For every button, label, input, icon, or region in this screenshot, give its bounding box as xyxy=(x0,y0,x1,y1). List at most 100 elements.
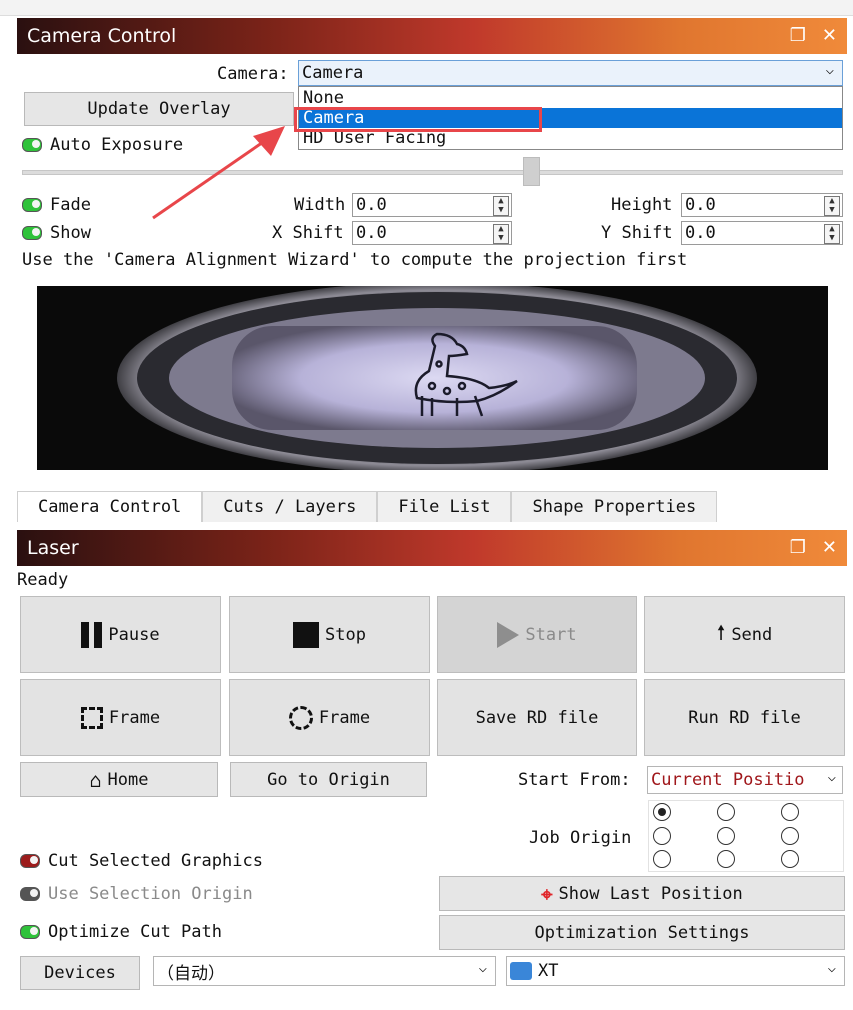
camera-select[interactable]: Camera ⌵ xyxy=(298,60,843,86)
spin-arrows-icon[interactable]: ▲ ▼ xyxy=(493,196,509,216)
restore-icon[interactable]: ❐ xyxy=(790,530,806,566)
pause-button[interactable]: Pause xyxy=(20,596,221,673)
start-from-select[interactable]: Current Positio ⌵ xyxy=(647,766,843,794)
start-button[interactable]: Start xyxy=(437,596,637,673)
camera-preview xyxy=(37,286,828,470)
fade-label: Fade xyxy=(50,195,91,215)
run-rd-button[interactable]: Run RD file xyxy=(644,679,845,756)
spin-arrows-icon[interactable]: ▲ ▼ xyxy=(824,224,840,244)
annotation-arrow-icon xyxy=(152,126,285,220)
job-origin-top-right[interactable] xyxy=(781,803,799,821)
dropdown-item-none[interactable]: None xyxy=(299,88,842,108)
show-label: Show xyxy=(50,223,91,243)
toggle-on-icon xyxy=(22,198,42,212)
use-selection-origin-label: Use Selection Origin xyxy=(48,884,253,904)
width-field[interactable]: 0.0 ▲ ▼ xyxy=(352,193,512,217)
yshift-value: 0.0 xyxy=(685,223,716,243)
optimization-settings-button[interactable]: Optimization Settings xyxy=(439,915,845,950)
height-value: 0.0 xyxy=(685,195,716,215)
pause-label: Pause xyxy=(108,624,160,645)
toggle-on-icon xyxy=(22,226,42,240)
job-origin-top-center[interactable] xyxy=(717,803,735,821)
port-select[interactable]: （自动） ⌵ xyxy=(153,956,496,986)
save-rd-label: Save RD file xyxy=(475,707,599,728)
job-origin-bottom-center[interactable] xyxy=(717,850,735,868)
job-origin-top-left[interactable] xyxy=(653,803,671,821)
show-last-position-button[interactable]: ⌖ Show Last Position xyxy=(439,876,845,911)
frame-circle-icon xyxy=(288,705,313,730)
cut-selected-label: Cut Selected Graphics xyxy=(48,851,263,871)
job-origin-mid-left[interactable] xyxy=(653,827,671,845)
top-strip xyxy=(0,0,853,16)
show-last-position-label: Show Last Position xyxy=(558,883,743,904)
camera-panel-title-text: Camera Control xyxy=(27,25,177,47)
home-label: Home xyxy=(107,769,149,790)
device-icon xyxy=(510,962,532,980)
devices-button[interactable]: Devices xyxy=(20,956,140,990)
go-to-origin-button[interactable]: Go to Origin xyxy=(230,762,427,797)
stop-label: Stop xyxy=(325,624,366,645)
laser-status: Ready xyxy=(17,570,69,590)
chevron-down-icon: ⌵ xyxy=(827,960,836,976)
chevron-down-icon: ⌵ xyxy=(478,960,487,976)
restore-icon[interactable]: ❐ xyxy=(790,18,806,54)
job-origin-mid-center[interactable] xyxy=(717,827,735,845)
crosshair-icon: ⌖ xyxy=(541,881,553,906)
height-field[interactable]: 0.0 ▲ ▼ xyxy=(681,193,843,217)
toggle-on-icon xyxy=(20,925,40,939)
cut-selected-toggle[interactable]: Cut Selected Graphics xyxy=(20,849,263,873)
optimize-cut-label: Optimize Cut Path xyxy=(48,922,222,942)
run-rd-label: Run RD file xyxy=(688,707,801,728)
save-rd-button[interactable]: Save RD file xyxy=(437,679,637,756)
tab-file-list[interactable]: File List xyxy=(377,491,512,522)
tab-cuts-layers[interactable]: Cuts / Layers xyxy=(202,491,378,522)
stop-icon xyxy=(293,621,320,648)
camera-select-value: Camera xyxy=(302,63,364,83)
yshift-label: Y Shift xyxy=(601,223,673,243)
toggle-disabled-icon xyxy=(20,887,40,901)
laser-panel-title-text: Laser xyxy=(27,537,79,559)
height-label: Height xyxy=(611,195,673,215)
xshift-label: X Shift xyxy=(272,223,344,243)
job-origin-bottom-right[interactable] xyxy=(781,850,799,868)
tab-camera-control[interactable]: Camera Control xyxy=(17,491,203,522)
spin-arrows-icon[interactable]: ▲ ▼ xyxy=(824,196,840,216)
play-icon xyxy=(497,621,520,648)
job-origin-mid-right[interactable] xyxy=(781,827,799,845)
chevron-down-icon: ⌵ xyxy=(827,769,836,785)
yshift-field[interactable]: 0.0 ▲ ▼ xyxy=(681,221,843,245)
start-from-value: Current Positio xyxy=(651,770,805,790)
tab-shape-properties[interactable]: Shape Properties xyxy=(511,491,718,522)
use-selection-origin-toggle[interactable]: Use Selection Origin xyxy=(20,882,253,906)
close-icon[interactable]: ✕ xyxy=(822,18,837,54)
send-button[interactable]: 🠕 Send xyxy=(644,596,845,673)
camera-panel-title: Camera Control ❐ ✕ xyxy=(17,18,847,54)
spin-arrows-icon[interactable]: ▲ ▼ xyxy=(493,224,509,244)
optimize-cut-toggle[interactable]: Optimize Cut Path xyxy=(20,920,222,944)
pause-icon xyxy=(81,621,103,648)
toggle-off-icon xyxy=(20,854,40,868)
annotation-highlight-box xyxy=(294,107,542,132)
laser-panel-title: Laser ❐ ✕ xyxy=(17,530,847,566)
fade-toggle[interactable]: Fade xyxy=(22,193,91,217)
stop-button[interactable]: Stop xyxy=(229,596,430,673)
start-from-label: Start From: xyxy=(518,770,631,790)
start-label: Start xyxy=(525,624,577,645)
xshift-field[interactable]: 0.0 ▲ ▼ xyxy=(352,221,512,245)
exposure-slider-handle[interactable] xyxy=(523,157,540,186)
devices-label: Devices xyxy=(44,963,116,983)
xshift-value: 0.0 xyxy=(356,223,387,243)
job-origin-bottom-left[interactable] xyxy=(653,850,671,868)
show-toggle[interactable]: Show xyxy=(22,221,91,245)
send-label: Send xyxy=(731,624,773,645)
home-button[interactable]: ⌂ Home xyxy=(20,762,218,797)
width-label: Width xyxy=(294,195,346,215)
panel-tabs: Camera Control Cuts / Layers File List S… xyxy=(17,491,718,522)
device-select[interactable]: XT ⌵ xyxy=(506,956,845,986)
frame-rect-button[interactable]: Frame xyxy=(20,679,221,756)
upload-arrow-icon: 🠕 xyxy=(716,619,726,644)
close-icon[interactable]: ✕ xyxy=(822,530,837,566)
frame-rect-icon xyxy=(80,706,103,729)
frame-circle-button[interactable]: Frame xyxy=(229,679,430,756)
chevron-down-icon: ⌵ xyxy=(825,62,834,78)
